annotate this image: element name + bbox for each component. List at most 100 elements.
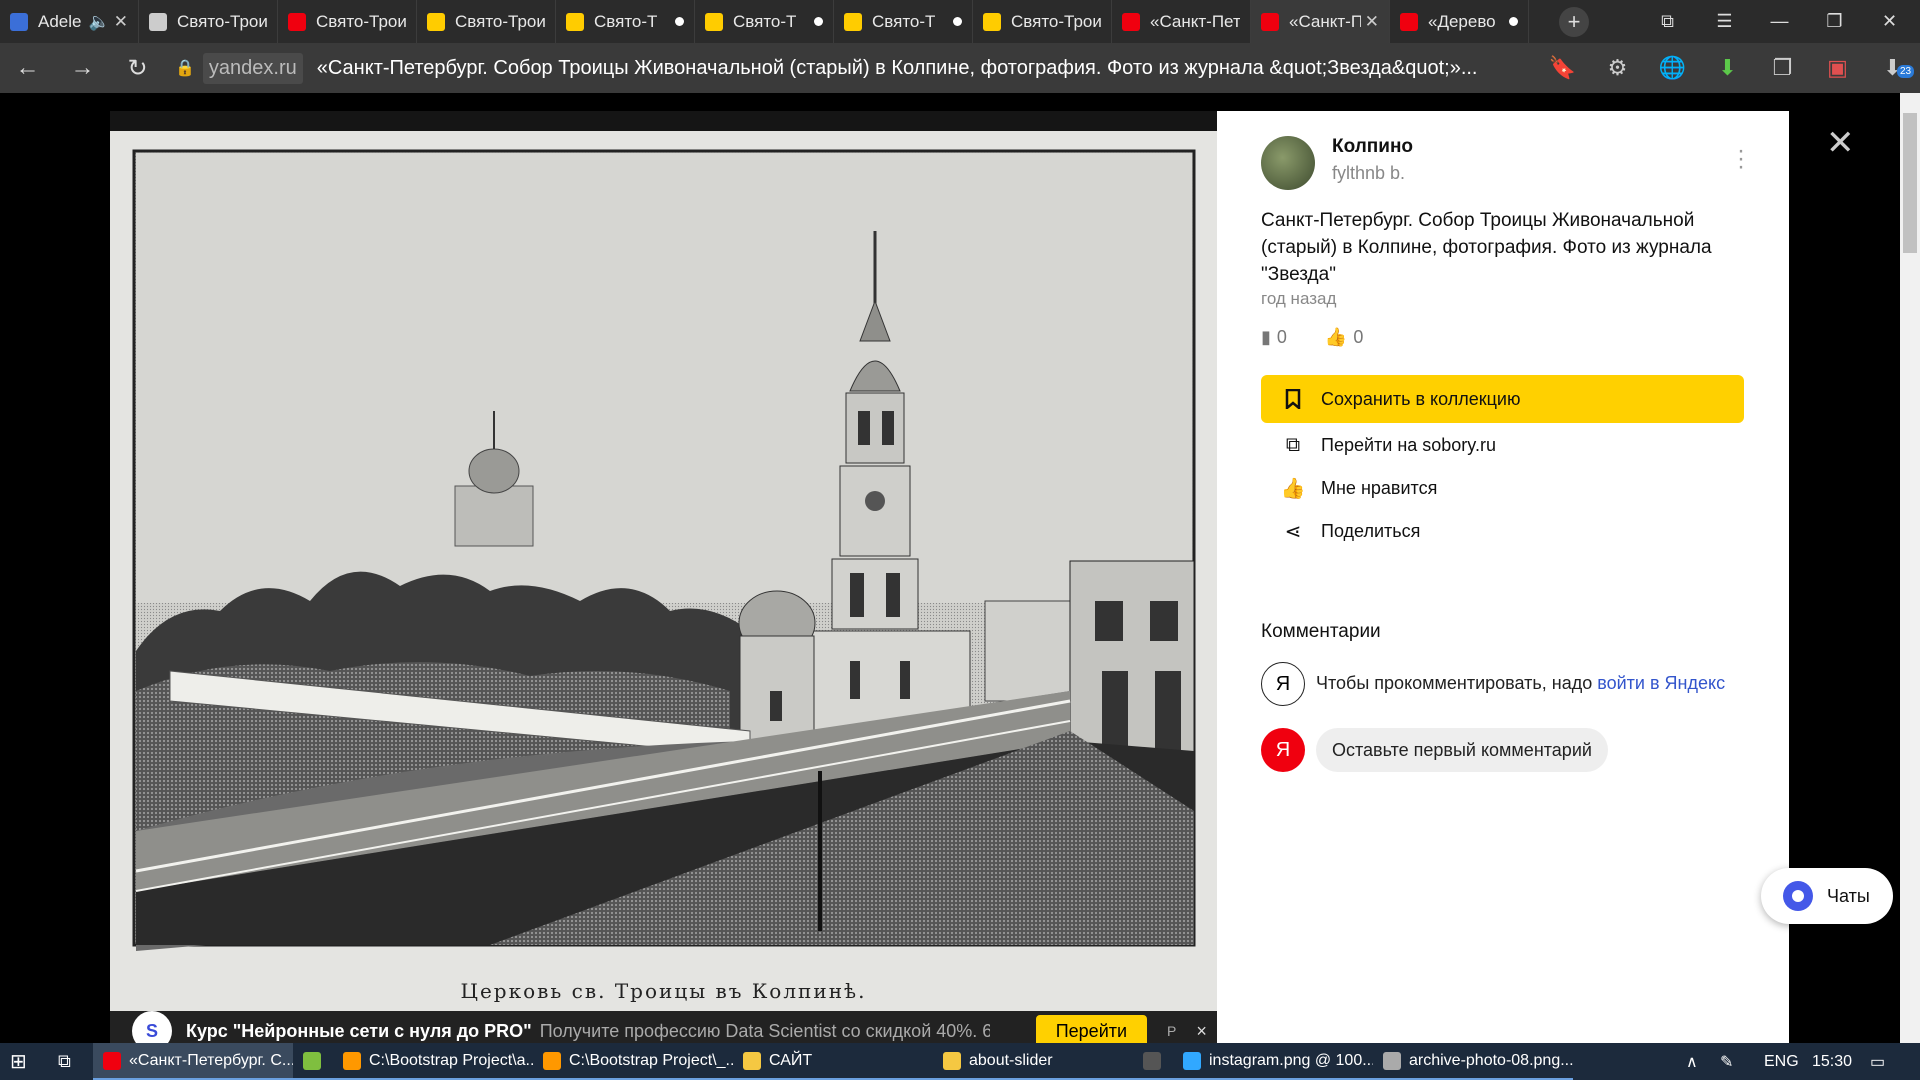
taskbar-app[interactable]: instagram.png @ 100... — [1173, 1043, 1373, 1080]
tray-clock[interactable]: 15:30 — [1812, 1043, 1852, 1080]
browser-tab[interactable]: Свято-Троиц — [139, 0, 278, 43]
like-count-icon: 👍 — [1324, 327, 1348, 347]
new-tab-button[interactable]: + — [1559, 6, 1589, 37]
page-icon — [149, 12, 167, 31]
speaker-icon[interactable]: 🔈 — [89, 12, 110, 32]
chats-label: Чаты — [1827, 885, 1870, 906]
tab-close-icon[interactable]: ✕ — [114, 12, 128, 32]
browser-tab[interactable]: Свято-Троиц — [278, 0, 417, 43]
login-link[interactable]: войти в Яндекс — [1597, 673, 1725, 693]
browser-tab[interactable]: Свято-Троиц — [973, 0, 1112, 43]
unread-dot — [953, 17, 962, 26]
yandex-images-icon — [844, 12, 862, 31]
yandex-images-icon — [705, 12, 723, 31]
close-window-button[interactable]: ✕ — [1862, 0, 1917, 43]
likes-count: 0 — [1353, 327, 1364, 347]
taskbar-apps: «Санкт-Петербург. С... C:\Bootstrap Proje… — [93, 1043, 1573, 1080]
url-domain: yandex.ru — [202, 52, 303, 84]
tab-title: Свято-Троиц — [177, 11, 267, 31]
taskbar-app-label: instagram.png @ 100... — [1209, 1051, 1373, 1069]
archive-photo[interactable]: Церковь св. Троицы въ Колпинѣ. — [110, 131, 1217, 1011]
notifications-icon[interactable]: ▭ — [1870, 1043, 1885, 1080]
protect-icon[interactable]: ⚙ — [1590, 43, 1645, 93]
ad-title[interactable]: Курс "Нейронные сети с нуля до PRO" — [186, 1021, 532, 1042]
browser-tab[interactable]: «Дерево — [1390, 0, 1529, 43]
reload-button[interactable]: ↻ — [110, 43, 165, 93]
save-to-collection-button[interactable]: Сохранить в коллекцию — [1261, 375, 1744, 423]
tab-title: «Дерево — [1428, 11, 1496, 31]
calculator-icon — [1143, 1051, 1161, 1070]
yandex-avatar-icon: Я — [1261, 728, 1305, 772]
avatar[interactable] — [1261, 136, 1315, 190]
globe-icon[interactable]: 🌐 — [1645, 43, 1700, 93]
taskbar-app[interactable] — [293, 1043, 333, 1080]
like-button[interactable]: 👍 Мне нравится — [1281, 476, 1438, 500]
share-button[interactable]: ⋖ Поделиться — [1281, 519, 1421, 543]
tab-list-icon[interactable]: ⧉ — [1640, 0, 1695, 43]
ad-close-icon[interactable]: × — [1196, 1021, 1207, 1042]
image-viewer: Церковь св. Троицы въ Колпинѣ. S Курс "Н… — [0, 93, 1920, 1043]
photo-caption: Церковь св. Троицы въ Колпинѣ. — [460, 979, 867, 1003]
browser-tab[interactable]: Свято-Т — [556, 0, 695, 43]
tray-chevron-icon[interactable]: ∧ — [1686, 1043, 1698, 1080]
taskbar-app-label: archive-photo-08.png... — [1409, 1051, 1573, 1069]
taskbar-app[interactable]: C:\Bootstrap Project\a... — [333, 1043, 533, 1080]
more-menu-icon[interactable]: · · · — [1737, 139, 1745, 179]
ad-cta-button[interactable]: Перейти — [1035, 1014, 1148, 1043]
goto-source-link[interactable]: ⧉ Перейти на sobory.ru — [1281, 433, 1496, 457]
browser-tab[interactable]: Свято-Т — [695, 0, 834, 43]
taskbar-app[interactable] — [1133, 1043, 1173, 1080]
tab-title: Свято-Т — [733, 11, 797, 31]
author-subtitle: fylthnb b. — [1332, 163, 1406, 183]
close-viewer-icon[interactable]: ✕ — [1826, 123, 1855, 163]
forward-button[interactable]: → — [55, 43, 110, 93]
task-view-icon[interactable]: ⧉ — [48, 1043, 93, 1080]
taskbar-app[interactable]: about-slider — [933, 1043, 1133, 1080]
browser-menu-icon[interactable]: ☰ — [1697, 0, 1752, 43]
taskbar-app[interactable]: САЙТ — [733, 1043, 933, 1080]
back-button[interactable]: ← — [0, 43, 55, 93]
scrollbar-thumb[interactable] — [1903, 113, 1917, 253]
tab-title: Свято-Троиц — [455, 11, 545, 31]
downloads-extension-icon[interactable]: ⬇ 23 — [1865, 43, 1920, 93]
url-field[interactable]: 🔒 yandex.ru «Санкт-Петербург. Собор Трои… — [165, 43, 1535, 93]
ad-banner[interactable]: S Курс "Нейронные сети с нуля до PRO" По… — [110, 1011, 1217, 1043]
yandex-images-icon — [566, 12, 584, 31]
bookmark-icon[interactable]: 🔖 — [1535, 43, 1590, 93]
tab-bar: Adele🔈✕ Свято-Троиц Свято-Троиц Свято-Троиц… — [0, 0, 1920, 43]
external-link-icon: ⧉ — [1285, 433, 1301, 456]
tab-title: Свято-Т — [594, 11, 658, 31]
login-prefix: Чтобы прокомментировать, надо — [1316, 673, 1598, 693]
author-name[interactable]: Колпино — [1332, 136, 1413, 158]
restore-button[interactable]: ❐ — [1807, 0, 1862, 43]
yandex-collections-icon — [1400, 12, 1418, 31]
bookmark-count-icon: ▮ — [1261, 327, 1271, 347]
notepad-icon — [303, 1051, 321, 1070]
calendar-extension-icon[interactable]: ▣ — [1810, 43, 1865, 93]
goto-label: Перейти на sobory.ru — [1321, 434, 1496, 455]
yandex-browser-icon — [103, 1051, 121, 1070]
download-icon[interactable]: ⬇ — [1700, 43, 1755, 93]
tab-close-icon[interactable]: ✕ — [1365, 12, 1379, 32]
windows-start-icon[interactable]: ⊞ — [0, 1043, 48, 1080]
minimize-button[interactable]: — — [1752, 0, 1807, 43]
chats-button[interactable]: Чаты — [1761, 868, 1893, 924]
browser-tab[interactable]: Adele 🔈 ✕ — [0, 0, 139, 43]
taskbar-app[interactable]: «Санкт-Петербург. С... — [93, 1043, 293, 1080]
browser-tab[interactable]: «Санкт-Пет — [1112, 0, 1251, 43]
page-scrollbar[interactable] — [1900, 93, 1920, 1043]
paint-icon — [1383, 1051, 1401, 1070]
church-illustration — [110, 131, 1217, 1011]
tray-language[interactable]: ENG — [1764, 1043, 1799, 1080]
pen-icon[interactable]: ✎ — [1720, 1043, 1733, 1080]
share-icon: ⋖ — [1284, 520, 1302, 543]
collections-icon[interactable]: ❐ — [1755, 43, 1810, 93]
taskbar-app[interactable]: C:\Bootstrap Project\_... — [533, 1043, 733, 1080]
browser-tab[interactable]: «Санкт-П ✕ — [1251, 0, 1390, 43]
browser-tab[interactable]: Свято-Т — [834, 0, 973, 43]
yandex-icon — [288, 12, 306, 31]
browser-tab[interactable]: Свято-Троиц — [417, 0, 556, 43]
taskbar-app-label: C:\Bootstrap Project\_... — [569, 1051, 733, 1069]
first-comment-prompt[interactable]: Оставьте первый комментарий — [1316, 728, 1608, 772]
taskbar-app[interactable]: archive-photo-08.png... — [1373, 1043, 1573, 1080]
